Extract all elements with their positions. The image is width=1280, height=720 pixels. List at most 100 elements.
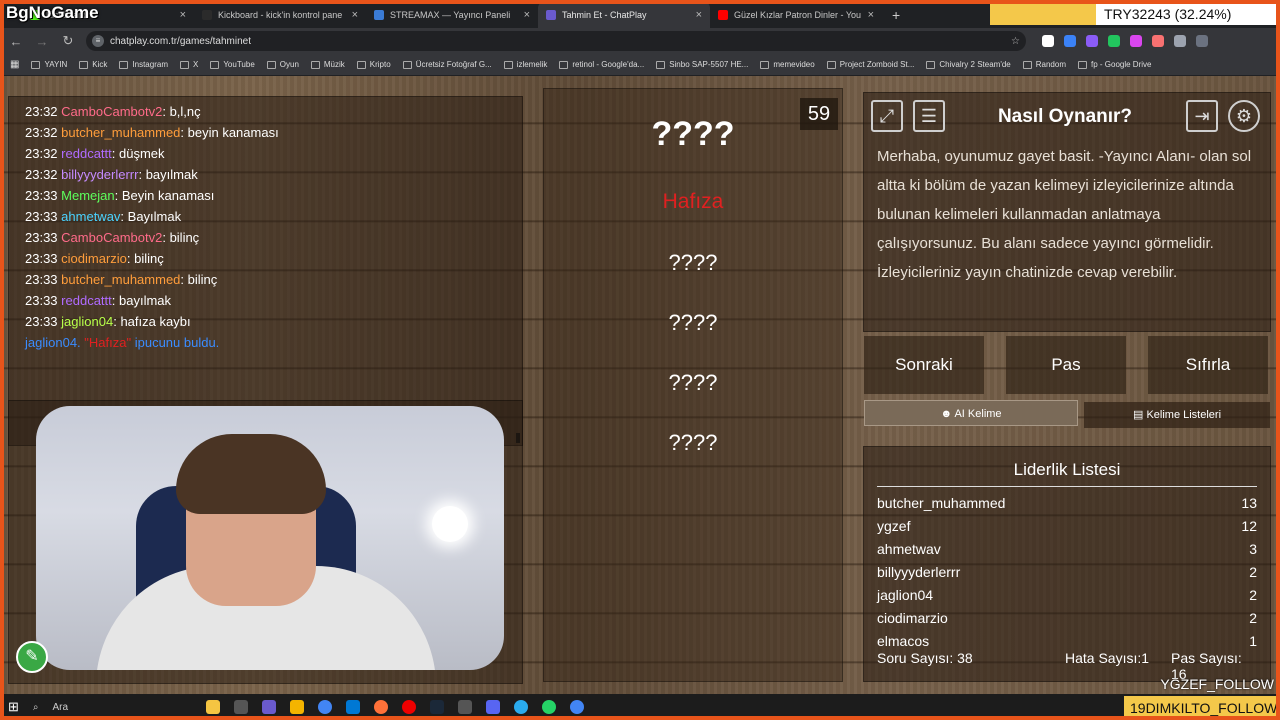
browser-tab[interactable]: STREAMAX — Yayıncı Paneli × bbox=[366, 2, 538, 28]
copilot-icon[interactable] bbox=[206, 700, 221, 714]
leaderboard-row: ahmetwav 3 bbox=[877, 538, 1257, 561]
bookmark-item[interactable]: Kick bbox=[79, 60, 107, 69]
url-bar[interactable]: ≡ chatplay.com.tr/games/tahminet ☆ bbox=[86, 31, 1026, 51]
close-tab-icon[interactable]: × bbox=[180, 9, 186, 21]
leaderboard-row: ciodimarzio 2 bbox=[877, 607, 1257, 630]
bookmark-item[interactable]: Instagram bbox=[119, 60, 168, 69]
obs-icon[interactable] bbox=[458, 700, 473, 714]
extension-icon[interactable] bbox=[1130, 35, 1142, 47]
chat-username[interactable]: CamboCambotv2 bbox=[61, 104, 162, 119]
chat-text: beyin kanaması bbox=[187, 125, 279, 140]
bookmark-item[interactable]: Chivalry 2 Steam'de bbox=[926, 60, 1011, 69]
bookmark-item[interactable]: Kripto bbox=[356, 60, 391, 69]
chat-text: bilinç bbox=[134, 251, 164, 266]
exit-icon[interactable]: ⇥ bbox=[1186, 100, 1218, 132]
extension-icon[interactable] bbox=[1086, 35, 1098, 47]
bookmark-item[interactable]: Ücretsiz Fotoğraf G... bbox=[402, 60, 492, 69]
chat-text: düşmek bbox=[119, 146, 165, 161]
folder-icon bbox=[210, 60, 220, 69]
document-icon[interactable]: ☰ bbox=[913, 100, 945, 132]
word-lists-button[interactable]: ▤ Kelime Listeleri bbox=[1084, 402, 1270, 428]
bookmark-item[interactable]: YAYIN bbox=[31, 60, 67, 69]
revealed-hint: Hafıza bbox=[662, 190, 724, 213]
bookmark-label: Oyun bbox=[279, 60, 299, 69]
close-tab-icon[interactable]: × bbox=[868, 9, 874, 21]
chat-username[interactable]: Memejan bbox=[61, 188, 114, 203]
chrome-icon[interactable] bbox=[318, 700, 333, 714]
browser-tab[interactable]: Kickboard - kick'in kontrol pane × bbox=[194, 2, 366, 28]
chat-message: 23:32 reddcattt: düşmek bbox=[25, 146, 165, 161]
steam-icon[interactable] bbox=[430, 700, 445, 714]
chat-username[interactable]: reddcattt bbox=[61, 293, 112, 308]
extension-icon[interactable] bbox=[1064, 35, 1076, 47]
close-tab-icon[interactable]: × bbox=[352, 9, 358, 21]
bookmark-label: Chivalry 2 Steam'de bbox=[939, 60, 1011, 69]
site-info-icon[interactable]: ≡ bbox=[92, 35, 104, 47]
pass-button[interactable]: Pas bbox=[1006, 336, 1126, 394]
chat-username[interactable]: ahmetwav bbox=[61, 209, 120, 224]
close-tab-icon[interactable]: × bbox=[524, 9, 530, 21]
bookmark-label: YAYIN bbox=[44, 60, 68, 69]
bookmark-item[interactable]: Oyun bbox=[266, 60, 299, 69]
next-button[interactable]: Sonraki bbox=[864, 336, 984, 394]
apps-grid-icon[interactable]: ▦ bbox=[10, 59, 19, 70]
chat-username[interactable]: jaglion04 bbox=[61, 314, 113, 329]
new-tab-button[interactable]: + bbox=[882, 2, 910, 28]
extension-icon[interactable] bbox=[1108, 35, 1120, 47]
settings-gear-icon[interactable]: ⚙ bbox=[1228, 100, 1260, 132]
chat-username[interactable]: billyyyderlerrr bbox=[61, 167, 138, 182]
close-tab-icon[interactable]: × bbox=[696, 9, 702, 21]
tab-label: Tahmin Et - ChatPlay bbox=[562, 10, 647, 20]
chat-username[interactable]: CamboCambotv2 bbox=[61, 230, 162, 245]
bookmark-item[interactable]: Müzik bbox=[310, 60, 345, 69]
leaderboard-row: ygzef 12 bbox=[877, 515, 1257, 538]
telegram-icon[interactable] bbox=[514, 700, 529, 714]
bookmark-item[interactable]: Random bbox=[1022, 60, 1066, 69]
file-explorer-icon[interactable] bbox=[290, 700, 305, 714]
extensions-puzzle-icon[interactable] bbox=[1174, 35, 1186, 47]
browser-tab[interactable]: Tahmin Et - ChatPlay × bbox=[538, 2, 710, 28]
bookmark-item[interactable]: Sinbo SAP-5507 HE... bbox=[656, 60, 748, 69]
bookmark-item[interactable]: memevideo bbox=[760, 60, 815, 69]
menu-icon[interactable] bbox=[1196, 35, 1208, 47]
bookmark-item[interactable]: fp - Google Drive bbox=[1078, 60, 1151, 69]
bookmark-star-icon[interactable]: ☆ bbox=[1011, 36, 1020, 47]
webcam-feed bbox=[36, 406, 504, 670]
bookmark-label: Project Zomboid St... bbox=[839, 60, 915, 69]
back-icon[interactable]: ← bbox=[8, 34, 24, 49]
chat-username[interactable]: ciodimarzio bbox=[61, 251, 127, 266]
whatsapp-icon[interactable] bbox=[542, 700, 557, 714]
bookmarks-bar: ▦ YAYIN Kick Instagram X YouTube Oyun Müzik Kri… bbox=[0, 54, 1280, 76]
tab-favicon-icon bbox=[546, 10, 556, 20]
extension-icon[interactable] bbox=[1042, 35, 1054, 47]
chat-username[interactable]: reddcattt bbox=[61, 146, 112, 161]
chat-username[interactable]: butcher_muhammed bbox=[61, 125, 180, 140]
folder-icon bbox=[179, 60, 189, 69]
extension-icon[interactable] bbox=[1152, 35, 1164, 47]
search-icon[interactable]: ⌕ bbox=[33, 702, 39, 713]
forward-icon[interactable]: → bbox=[34, 34, 50, 49]
bookmark-item[interactable]: Project Zomboid St... bbox=[826, 60, 915, 69]
app-icon[interactable] bbox=[262, 700, 277, 714]
bookmark-item[interactable]: izlemelik bbox=[503, 60, 547, 69]
bookmark-item[interactable]: X bbox=[179, 60, 198, 69]
browser-tab[interactable]: Güzel Kızlar Patron Dinler - You × bbox=[710, 2, 882, 28]
firefox-icon[interactable] bbox=[374, 700, 389, 714]
reload-icon[interactable]: ↻ bbox=[60, 33, 76, 49]
edit-pen-icon[interactable]: ✎ bbox=[16, 641, 48, 673]
taskbar-search-label[interactable]: Ara bbox=[53, 702, 69, 713]
mail-icon[interactable] bbox=[346, 700, 361, 714]
discord-icon[interactable] bbox=[486, 700, 501, 714]
chat-username[interactable]: butcher_muhammed bbox=[61, 272, 180, 287]
reset-button[interactable]: Sıfırla bbox=[1148, 336, 1268, 394]
ai-word-button[interactable]: ☻ AI Kelime bbox=[864, 400, 1078, 426]
opera-icon[interactable] bbox=[402, 700, 417, 714]
bookmark-item[interactable]: YouTube bbox=[210, 60, 255, 69]
tab-label: Kickboard - kick'in kontrol pane bbox=[218, 10, 343, 20]
bookmark-item[interactable]: retinol - Google'da... bbox=[559, 60, 644, 69]
fullscreen-icon[interactable]: ⤢ bbox=[871, 100, 903, 132]
windows-start-icon[interactable]: ⊞ bbox=[8, 699, 19, 715]
chrome-active-icon[interactable] bbox=[570, 700, 585, 714]
task-view-icon[interactable] bbox=[234, 700, 249, 714]
chat-message: 23:33 reddcattt: bayılmak bbox=[25, 293, 172, 308]
